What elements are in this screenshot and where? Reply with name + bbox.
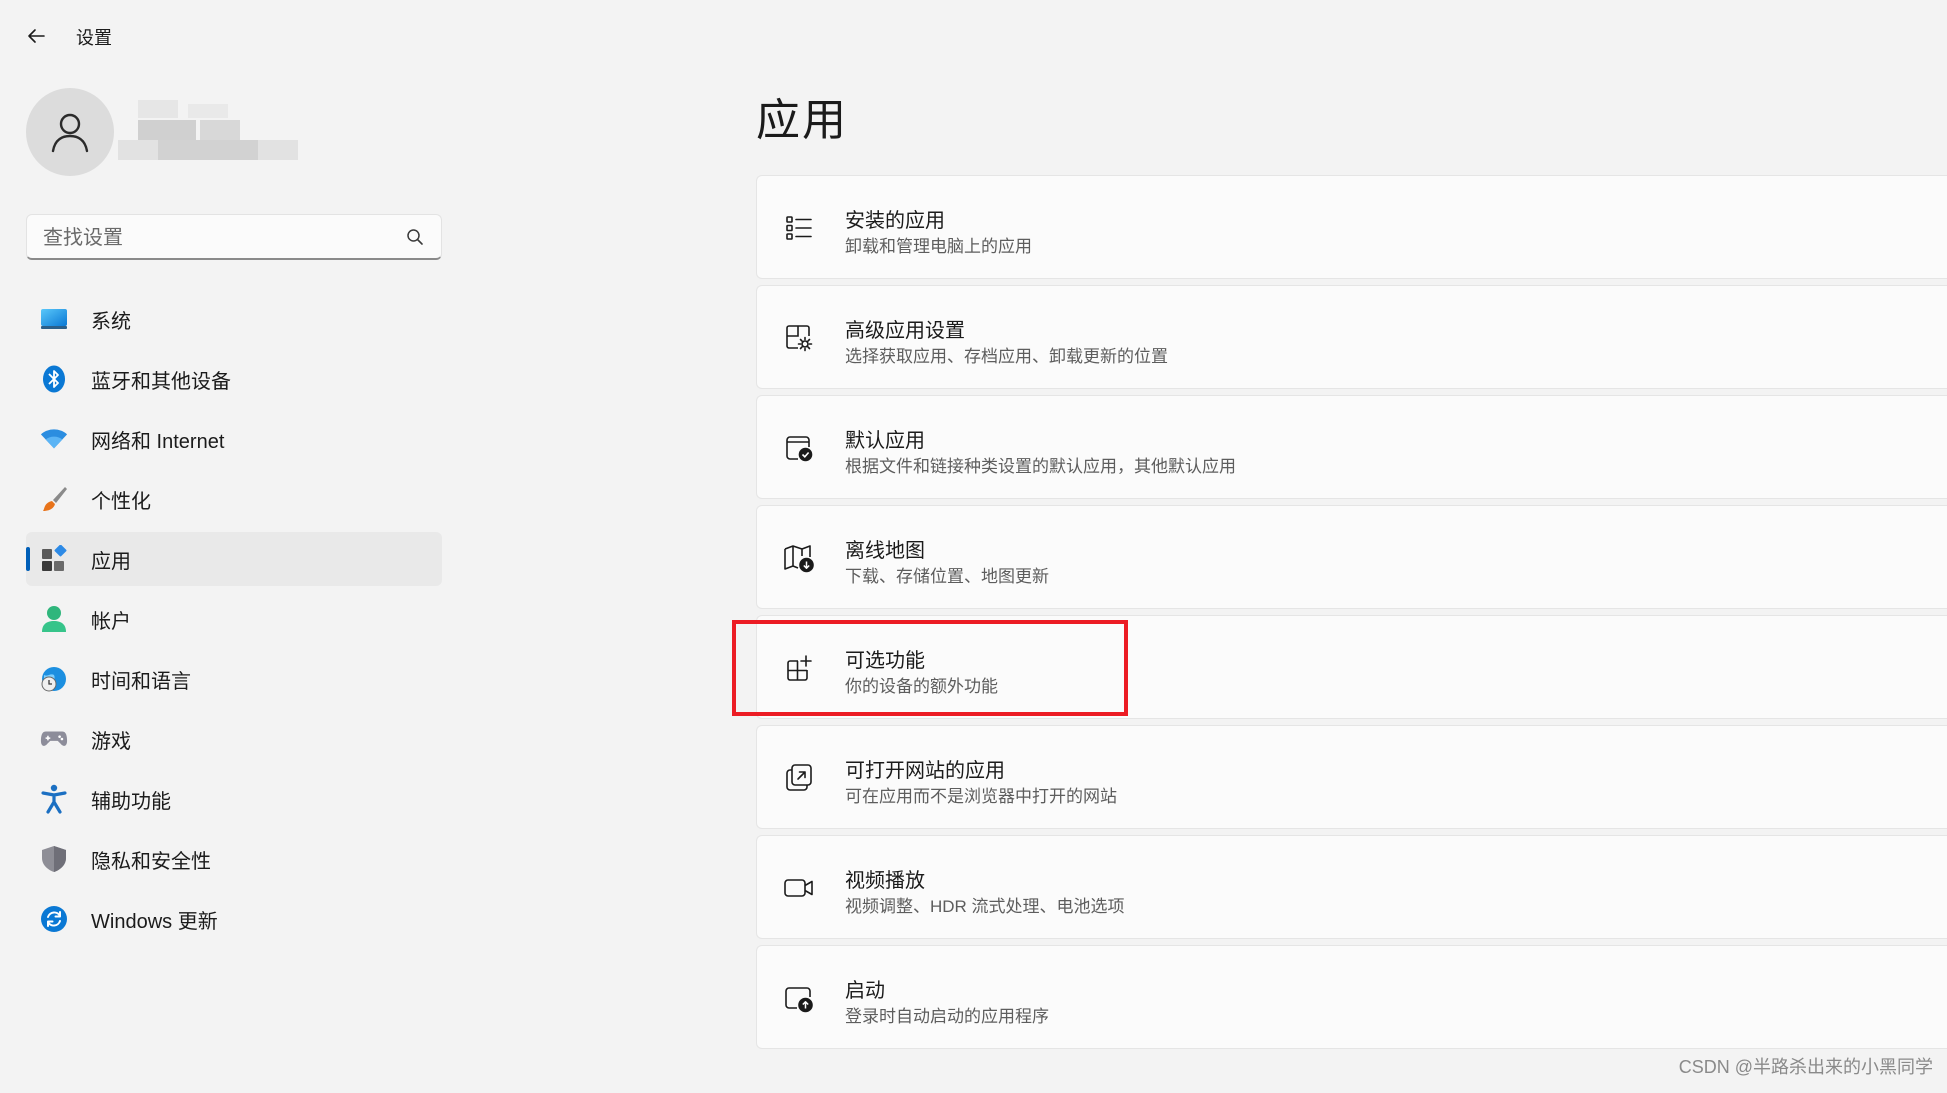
sidebar-item-label: 系统 [91, 310, 131, 333]
sidebar-item-label: 帐户 [91, 610, 131, 633]
sidebar-item-label: 应用 [91, 550, 131, 573]
card-title: 安装的应用 [845, 210, 945, 232]
brush-icon [40, 485, 68, 513]
sidebar-item-label: 时间和语言 [91, 670, 191, 693]
card-startup[interactable]: 启动 登录时自动启动的应用程序 [756, 945, 1947, 1049]
sidebar-item-windows-update[interactable]: Windows 更新 [26, 892, 442, 946]
sidebar-item-system[interactable]: 系统 [26, 292, 442, 346]
sidebar-item-personalization[interactable]: 个性化 [26, 472, 442, 526]
sidebar-item-bluetooth[interactable]: 蓝牙和其他设备 [26, 352, 442, 406]
user-icon [51, 113, 89, 153]
card-offline-maps[interactable]: 离线地图 下载、存储位置、地图更新 [756, 505, 1947, 609]
card-optional-features[interactable]: 可选功能 你的设备的额外功能 [756, 615, 1947, 719]
card-advanced-app-settings[interactable]: 高级应用设置 选择获取应用、存档应用、卸载更新的位置 [756, 285, 1947, 389]
open-link-icon [783, 762, 815, 794]
windows-update-icon [40, 905, 68, 933]
default-apps-icon [783, 432, 815, 464]
title-bar: 设置 [0, 0, 600, 72]
card-video-playback[interactable]: 视频播放 视频调整、HDR 流式处理、电池选项 [756, 835, 1947, 939]
settings-window: 设置 系 [0, 0, 1947, 1093]
search-box[interactable] [26, 214, 442, 260]
card-title: 可选功能 [845, 650, 925, 672]
bluetooth-icon [40, 365, 68, 393]
card-default-apps[interactable]: 默认应用 根据文件和链接种类设置的默认应用，其他默认应用 [756, 395, 1947, 499]
card-title: 高级应用设置 [845, 320, 965, 342]
gamepad-icon [40, 725, 68, 753]
user-name-blurred [118, 100, 298, 160]
wifi-icon [40, 425, 68, 453]
add-feature-icon [783, 652, 815, 684]
card-apps-for-websites[interactable]: 可打开网站的应用 可在应用而不是浏览器中打开的网站 [756, 725, 1947, 829]
card-description: 根据文件和链接种类设置的默认应用，其他默认应用 [845, 457, 1236, 476]
back-arrow-icon [28, 29, 45, 43]
card-title: 可打开网站的应用 [845, 760, 1005, 782]
apps-icon [40, 545, 68, 573]
card-description: 选择获取应用、存档应用、卸载更新的位置 [845, 347, 1168, 366]
sidebar-item-label: 个性化 [91, 490, 151, 513]
search-input[interactable] [41, 223, 385, 253]
card-description: 登录时自动启动的应用程序 [845, 1007, 1049, 1026]
sidebar-item-label: 蓝牙和其他设备 [91, 370, 231, 393]
sidebar-item-time-language[interactable]: 时间和语言 [26, 652, 442, 706]
card-installed-apps[interactable]: 安装的应用 卸载和管理电脑上的应用 [756, 175, 1947, 279]
sidebar-item-label: Windows 更新 [91, 910, 218, 933]
card-description: 卸载和管理电脑上的应用 [845, 237, 1032, 256]
accessibility-icon [40, 784, 68, 814]
shield-icon [40, 845, 68, 873]
list-icon [783, 212, 815, 244]
sidebar-nav: 系统 蓝牙和其他设备 网络和 Internet 个性化 应用 帐户 时间和语言 … [26, 292, 442, 952]
app-settings-icon [783, 322, 815, 354]
card-title: 默认应用 [845, 430, 925, 452]
card-description: 你的设备的额外功能 [845, 677, 998, 696]
video-icon [783, 872, 815, 904]
avatar[interactable] [26, 88, 114, 176]
time-language-icon [40, 665, 68, 693]
back-button[interactable] [22, 22, 50, 50]
sidebar-item-privacy[interactable]: 隐私和安全性 [26, 832, 442, 886]
page-title: 应用 [756, 96, 848, 145]
search-icon[interactable] [405, 227, 425, 247]
sidebar-item-accounts[interactable]: 帐户 [26, 592, 442, 646]
sidebar-item-label: 网络和 Internet [91, 430, 225, 453]
window-title: 设置 [76, 28, 112, 48]
card-description: 下载、存储位置、地图更新 [845, 567, 1049, 586]
card-title: 启动 [845, 980, 885, 1002]
system-icon [40, 305, 68, 333]
sidebar-item-label: 游戏 [91, 730, 131, 753]
card-description: 可在应用而不是浏览器中打开的网站 [845, 787, 1117, 806]
settings-cards: 安装的应用 卸载和管理电脑上的应用 高级应用设置 选择获取应用、存档应用、卸载更… [756, 175, 1947, 1055]
sidebar-item-gaming[interactable]: 游戏 [26, 712, 442, 766]
account-icon [40, 605, 68, 633]
card-title: 视频播放 [845, 870, 925, 892]
map-download-icon [783, 542, 815, 574]
sidebar-item-label: 隐私和安全性 [91, 850, 211, 873]
watermark: CSDN @半路杀出来的小黑同学 [1678, 1057, 1933, 1077]
sidebar-item-network[interactable]: 网络和 Internet [26, 412, 442, 466]
sidebar-item-label: 辅助功能 [91, 790, 171, 813]
startup-icon [783, 982, 815, 1014]
card-title: 离线地图 [845, 540, 925, 562]
card-description: 视频调整、HDR 流式处理、电池选项 [845, 897, 1125, 916]
sidebar-item-accessibility[interactable]: 辅助功能 [26, 772, 442, 826]
sidebar-item-apps[interactable]: 应用 [26, 532, 442, 586]
